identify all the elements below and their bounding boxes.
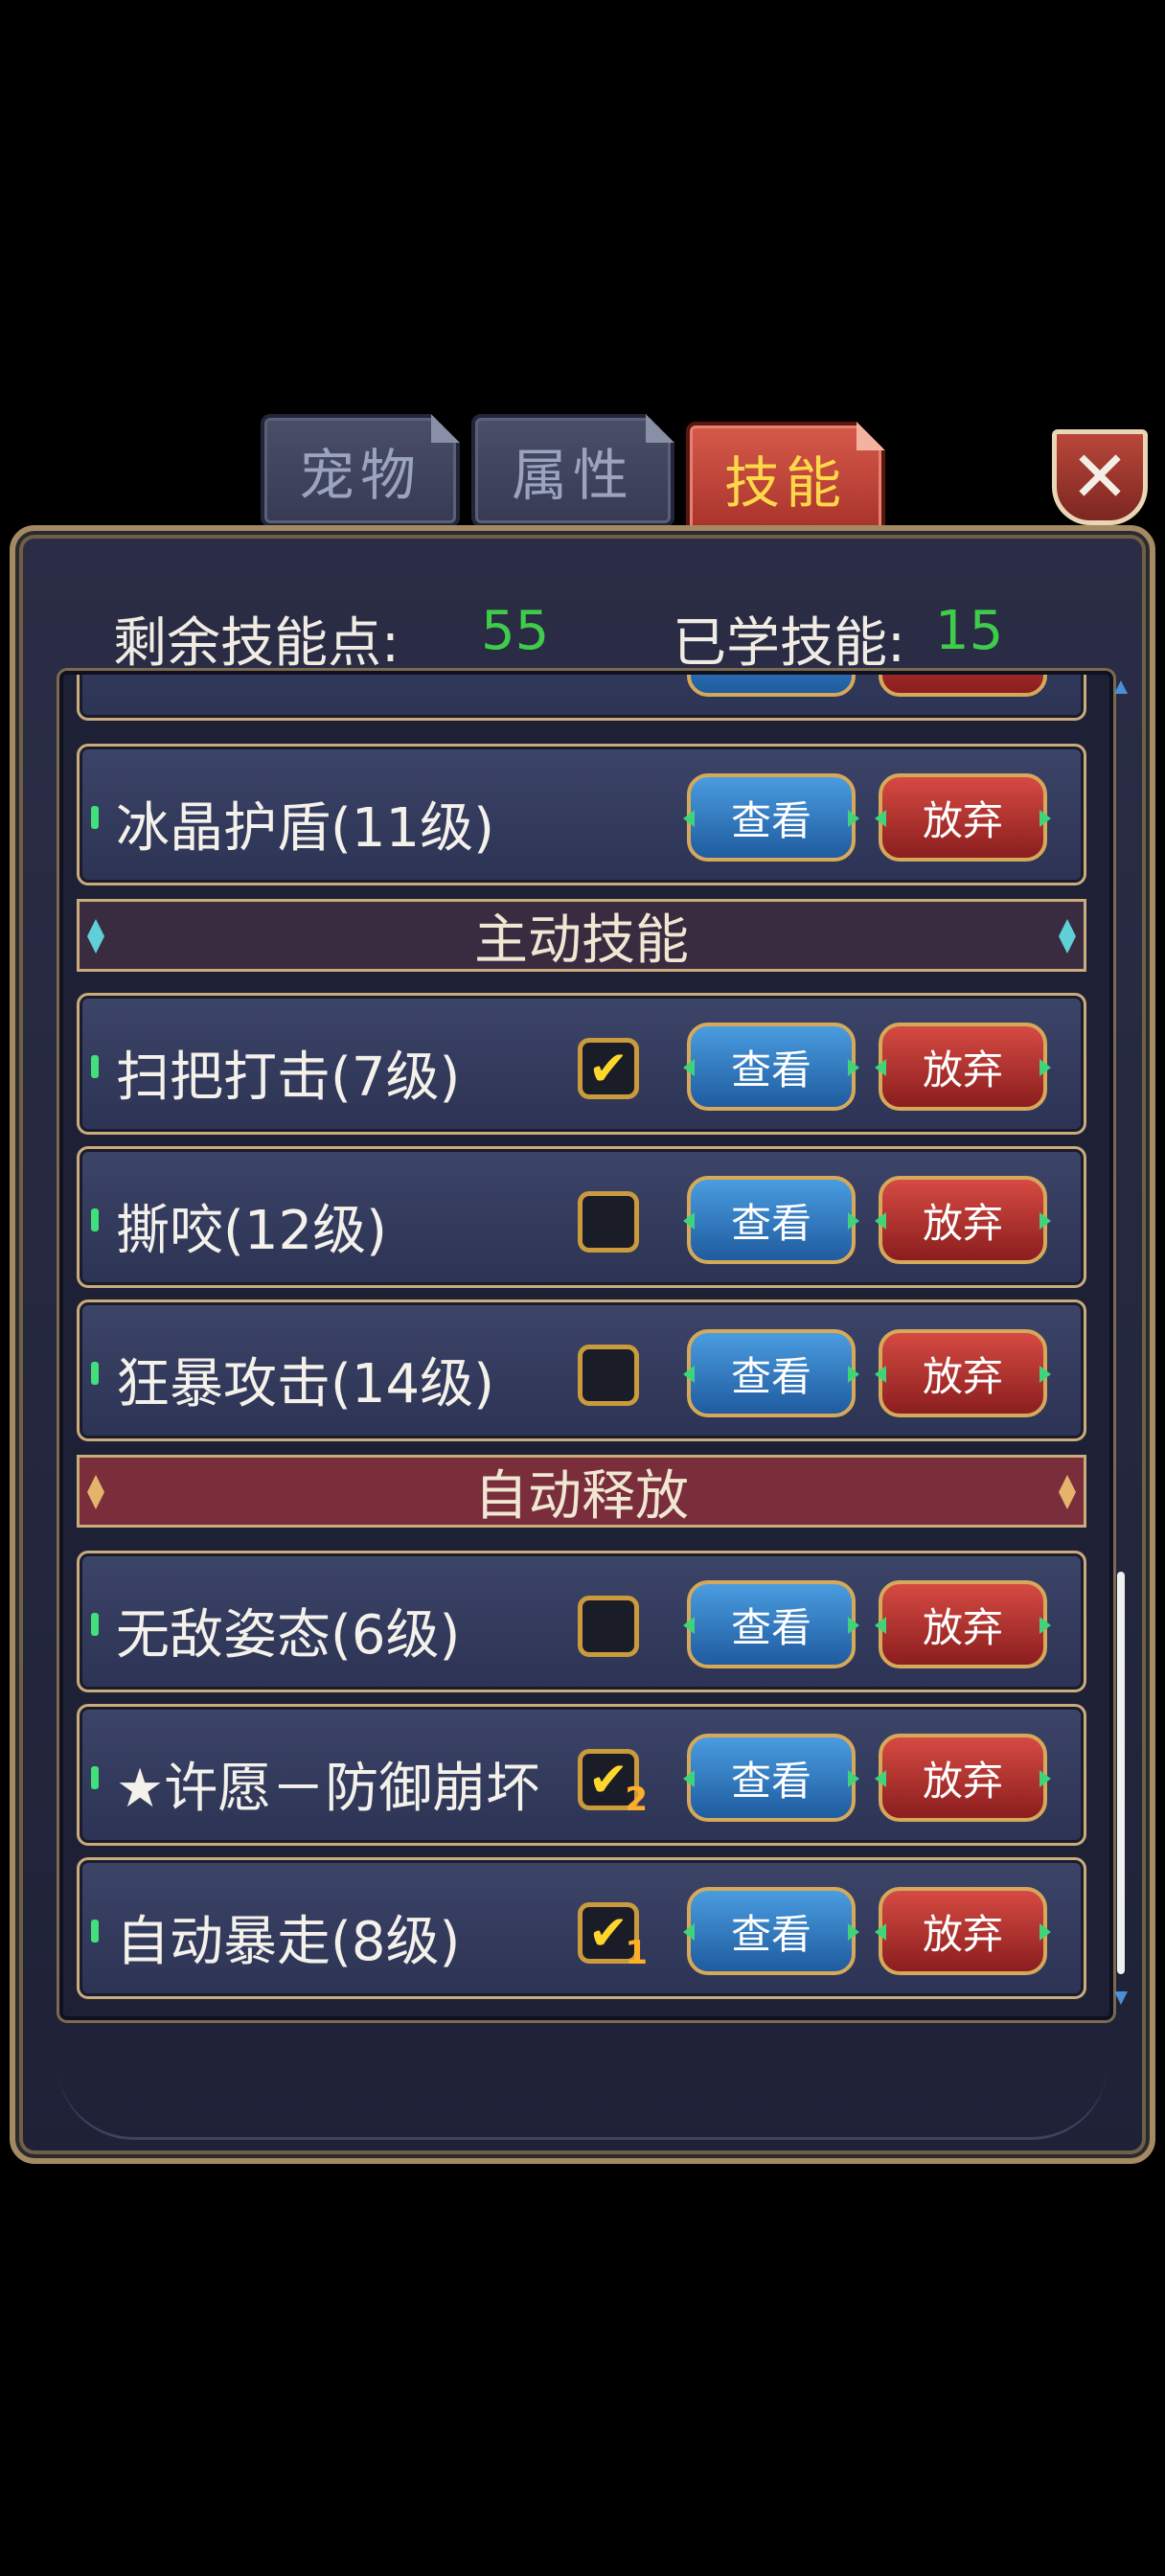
priority-badge: 1 [625,1934,648,1972]
skill-name: 无敌姿态(6级) [116,1604,461,1667]
check-icon: ✔ [588,1752,628,1807]
ornament-icon [87,1475,104,1509]
ornament-icon [87,919,104,954]
tab-pet[interactable]: 宠物 [261,414,460,527]
section-title: 主动技能 [474,908,689,972]
section-header-auto: 自动释放 [77,1455,1086,1528]
row-marker [91,806,99,829]
view-button[interactable]: 查看 [687,1887,856,1975]
check-icon: ✔ [588,1905,628,1961]
view-button[interactable]: 查看 [687,1176,856,1264]
drop-button[interactable] [879,675,1047,697]
remaining-points-label: 剩余技能点: [113,612,400,675]
scrollbar-thumb[interactable] [1117,1572,1125,1974]
list-item-partial [77,675,1086,721]
tab-attributes[interactable]: 属性 [471,414,674,527]
section-title: 自动释放 [474,1464,689,1528]
list-item: ★许愿－防御崩坏 ✔ 2 查看 放弃 [77,1704,1086,1846]
row-marker [91,1766,99,1789]
check-icon: ✔ [588,1041,628,1096]
list-item: 冰晶护盾(11级) 查看 放弃 [77,744,1086,886]
skill-name: 狂暴攻击(14级) [116,1353,494,1415]
skill-checkbox[interactable] [578,1596,639,1657]
remaining-points-value: 55 [481,600,550,662]
row-marker [91,1613,99,1636]
skill-list[interactable]: 冰晶护盾(11级) 查看 放弃 主动技能 扫把打击(7级) ✔ 查看 放弃 撕咬… [59,671,1113,2020]
drop-button[interactable]: 放弃 [879,1887,1047,1975]
tab-skills-label: 技能 [723,450,847,516]
skill-checkbox[interactable]: ✔ [578,1038,639,1099]
view-button[interactable]: 查看 [687,1023,856,1111]
row-marker [91,1362,99,1385]
view-button[interactable]: 查看 [687,773,856,862]
learned-skills-value: 15 [935,600,1004,662]
row-marker [91,1208,99,1231]
panel-ornament [57,2041,1108,2140]
view-button[interactable] [687,675,856,697]
list-item: 狂暴攻击(14级) 查看 放弃 [77,1300,1086,1441]
skill-name: 自动暴走(8级) [116,1911,461,1973]
skill-name: 冰晶护盾(11级) [116,797,494,860]
list-item: 自动暴走(8级) ✔ 1 查看 放弃 [77,1857,1086,1999]
section-header-active: 主动技能 [77,899,1086,972]
skill-checkbox[interactable]: ✔ 1 [578,1902,648,1972]
list-item: 撕咬(12级) 查看 放弃 [77,1146,1086,1288]
skill-name: 撕咬(12级) [116,1200,387,1262]
row-marker [91,1920,99,1943]
drop-button[interactable]: 放弃 [879,1580,1047,1668]
view-button[interactable]: 查看 [687,1734,856,1822]
skill-name: ★许愿－防御崩坏 [116,1758,540,1820]
learned-skills-label: 已学技能: [673,612,905,675]
close-button[interactable]: ✕ [1052,429,1148,525]
row-marker [91,1055,99,1078]
ornament-icon [1059,919,1076,954]
drop-button[interactable]: 放弃 [879,1734,1047,1822]
drop-button[interactable]: 放弃 [879,1329,1047,1417]
tab-pet-label: 宠物 [298,443,422,508]
list-item: 无敌姿态(6级) 查看 放弃 [77,1551,1086,1692]
drop-button[interactable]: 放弃 [879,1176,1047,1264]
close-icon: ✕ [1069,436,1130,518]
list-item: 扫把打击(7级) ✔ 查看 放弃 [77,993,1086,1135]
tab-skills[interactable]: 技能 [686,422,885,535]
ornament-icon [1059,1475,1076,1509]
skill-checkbox[interactable] [578,1191,639,1253]
drop-button[interactable]: 放弃 [879,773,1047,862]
drop-button[interactable]: 放弃 [879,1023,1047,1111]
view-button[interactable]: 查看 [687,1580,856,1668]
skill-name: 扫把打击(7级) [116,1046,461,1109]
tab-attributes-label: 属性 [511,443,634,508]
skill-checkbox[interactable] [578,1345,639,1406]
skill-checkbox[interactable]: ✔ 2 [578,1749,648,1819]
view-button[interactable]: 查看 [687,1329,856,1417]
priority-badge: 2 [625,1781,648,1819]
